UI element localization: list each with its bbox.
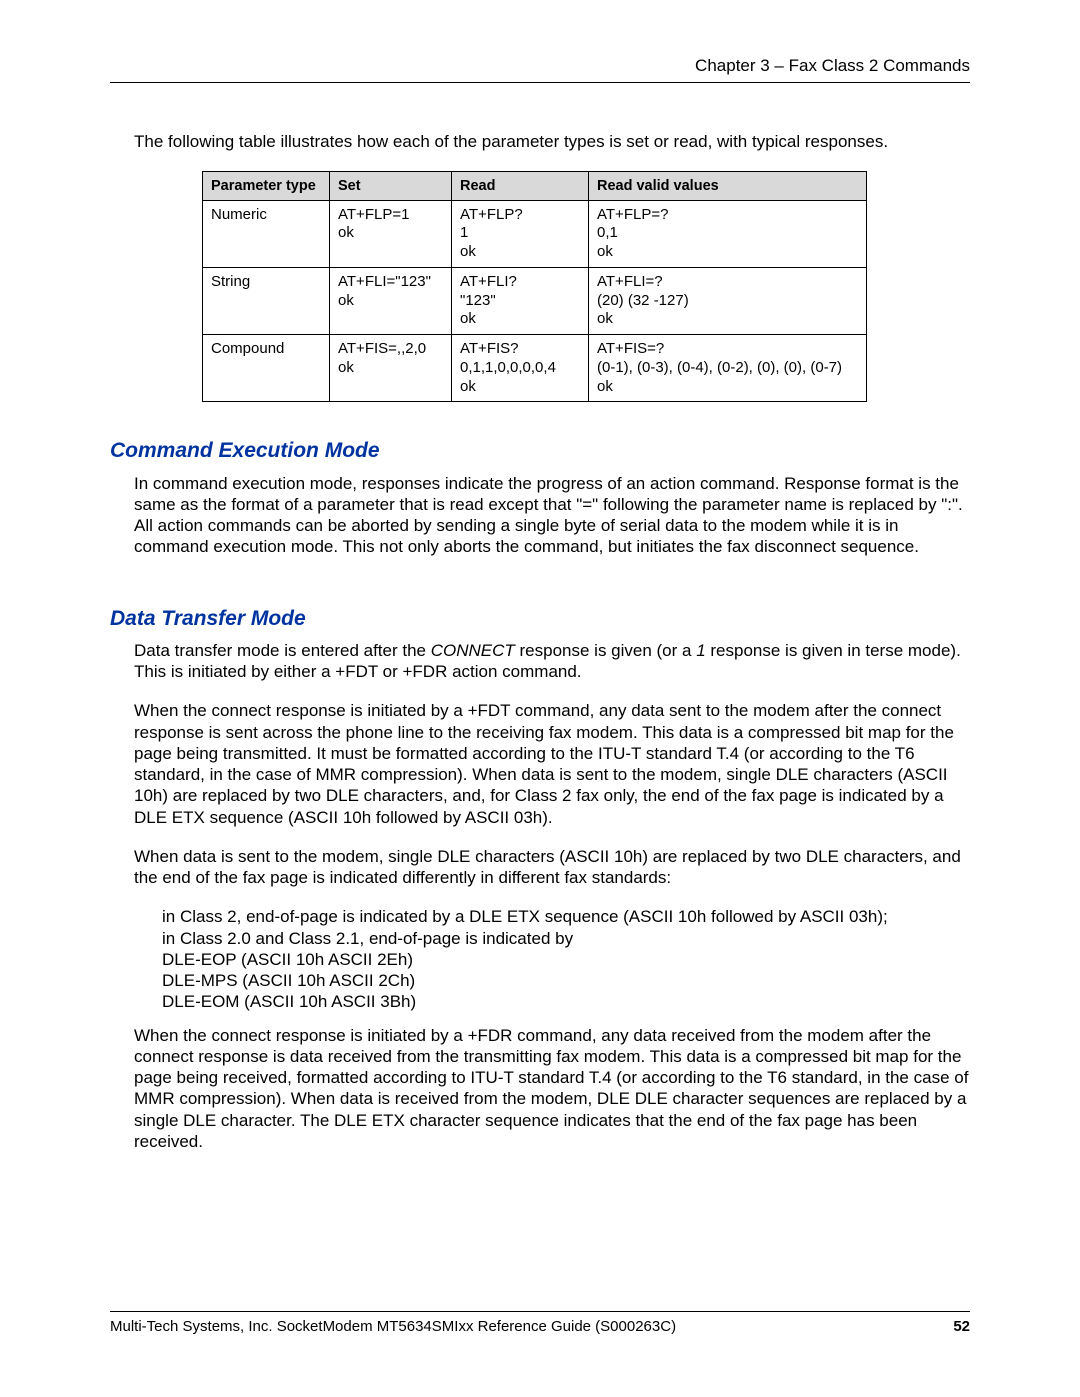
cell: AT+FLP=1 ok — [330, 200, 452, 267]
page-content: Chapter 3 – Fax Class 2 Commands The fol… — [110, 55, 970, 1337]
body-paragraph: When data is sent to the modem, single D… — [134, 846, 970, 889]
text: response is given (or a — [515, 641, 696, 660]
cell: String — [203, 267, 330, 334]
cell: AT+FLI="123" ok — [330, 267, 452, 334]
cell: AT+FLP? 1 ok — [452, 200, 589, 267]
cell: AT+FIS=? (0-1), (0-3), (0-4), (0-2), (0)… — [589, 335, 867, 402]
section-heading-command-execution: Command Execution Mode — [110, 438, 970, 464]
cell: Compound — [203, 335, 330, 402]
cell: AT+FIS=,,2,0 ok — [330, 335, 452, 402]
chapter-header: Chapter 3 – Fax Class 2 Commands — [110, 55, 970, 83]
section-heading-data-transfer: Data Transfer Mode — [110, 606, 970, 632]
italic-text: 1 — [696, 641, 705, 660]
table-row: Numeric AT+FLP=1 ok AT+FLP? 1 ok AT+FLP=… — [203, 200, 867, 267]
body-paragraph: In command execution mode, responses ind… — [134, 473, 970, 558]
cell: AT+FIS? 0,1,1,0,0,0,0,4 ok — [452, 335, 589, 402]
body-paragraph: When the connect response is initiated b… — [134, 1025, 970, 1153]
cell: Numeric — [203, 200, 330, 267]
indented-list: in Class 2, end-of-page is indicated by … — [162, 906, 970, 1012]
page-number: 52 — [953, 1318, 970, 1337]
text: Data transfer mode is entered after the — [134, 641, 431, 660]
col-header: Parameter type — [203, 171, 330, 200]
table-header-row: Parameter type Set Read Read valid value… — [203, 171, 867, 200]
col-header: Read — [452, 171, 589, 200]
cell: AT+FLP=? 0,1 ok — [589, 200, 867, 267]
parameter-table: Parameter type Set Read Read valid value… — [202, 171, 867, 403]
col-header: Read valid values — [589, 171, 867, 200]
page-footer: Multi-Tech Systems, Inc. SocketModem MT5… — [110, 1311, 970, 1337]
cell: AT+FLI? "123" ok — [452, 267, 589, 334]
body-paragraph: When the connect response is initiated b… — [134, 700, 970, 828]
body-paragraph: Data transfer mode is entered after the … — [134, 640, 970, 683]
table-row: Compound AT+FIS=,,2,0 ok AT+FIS? 0,1,1,0… — [203, 335, 867, 402]
cell: AT+FLI=? (20) (32 -127) ok — [589, 267, 867, 334]
table-row: String AT+FLI="123" ok AT+FLI? "123" ok … — [203, 267, 867, 334]
italic-text: CONNECT — [431, 641, 515, 660]
intro-paragraph: The following table illustrates how each… — [134, 131, 970, 152]
col-header: Set — [330, 171, 452, 200]
footer-text: Multi-Tech Systems, Inc. SocketModem MT5… — [110, 1318, 676, 1337]
